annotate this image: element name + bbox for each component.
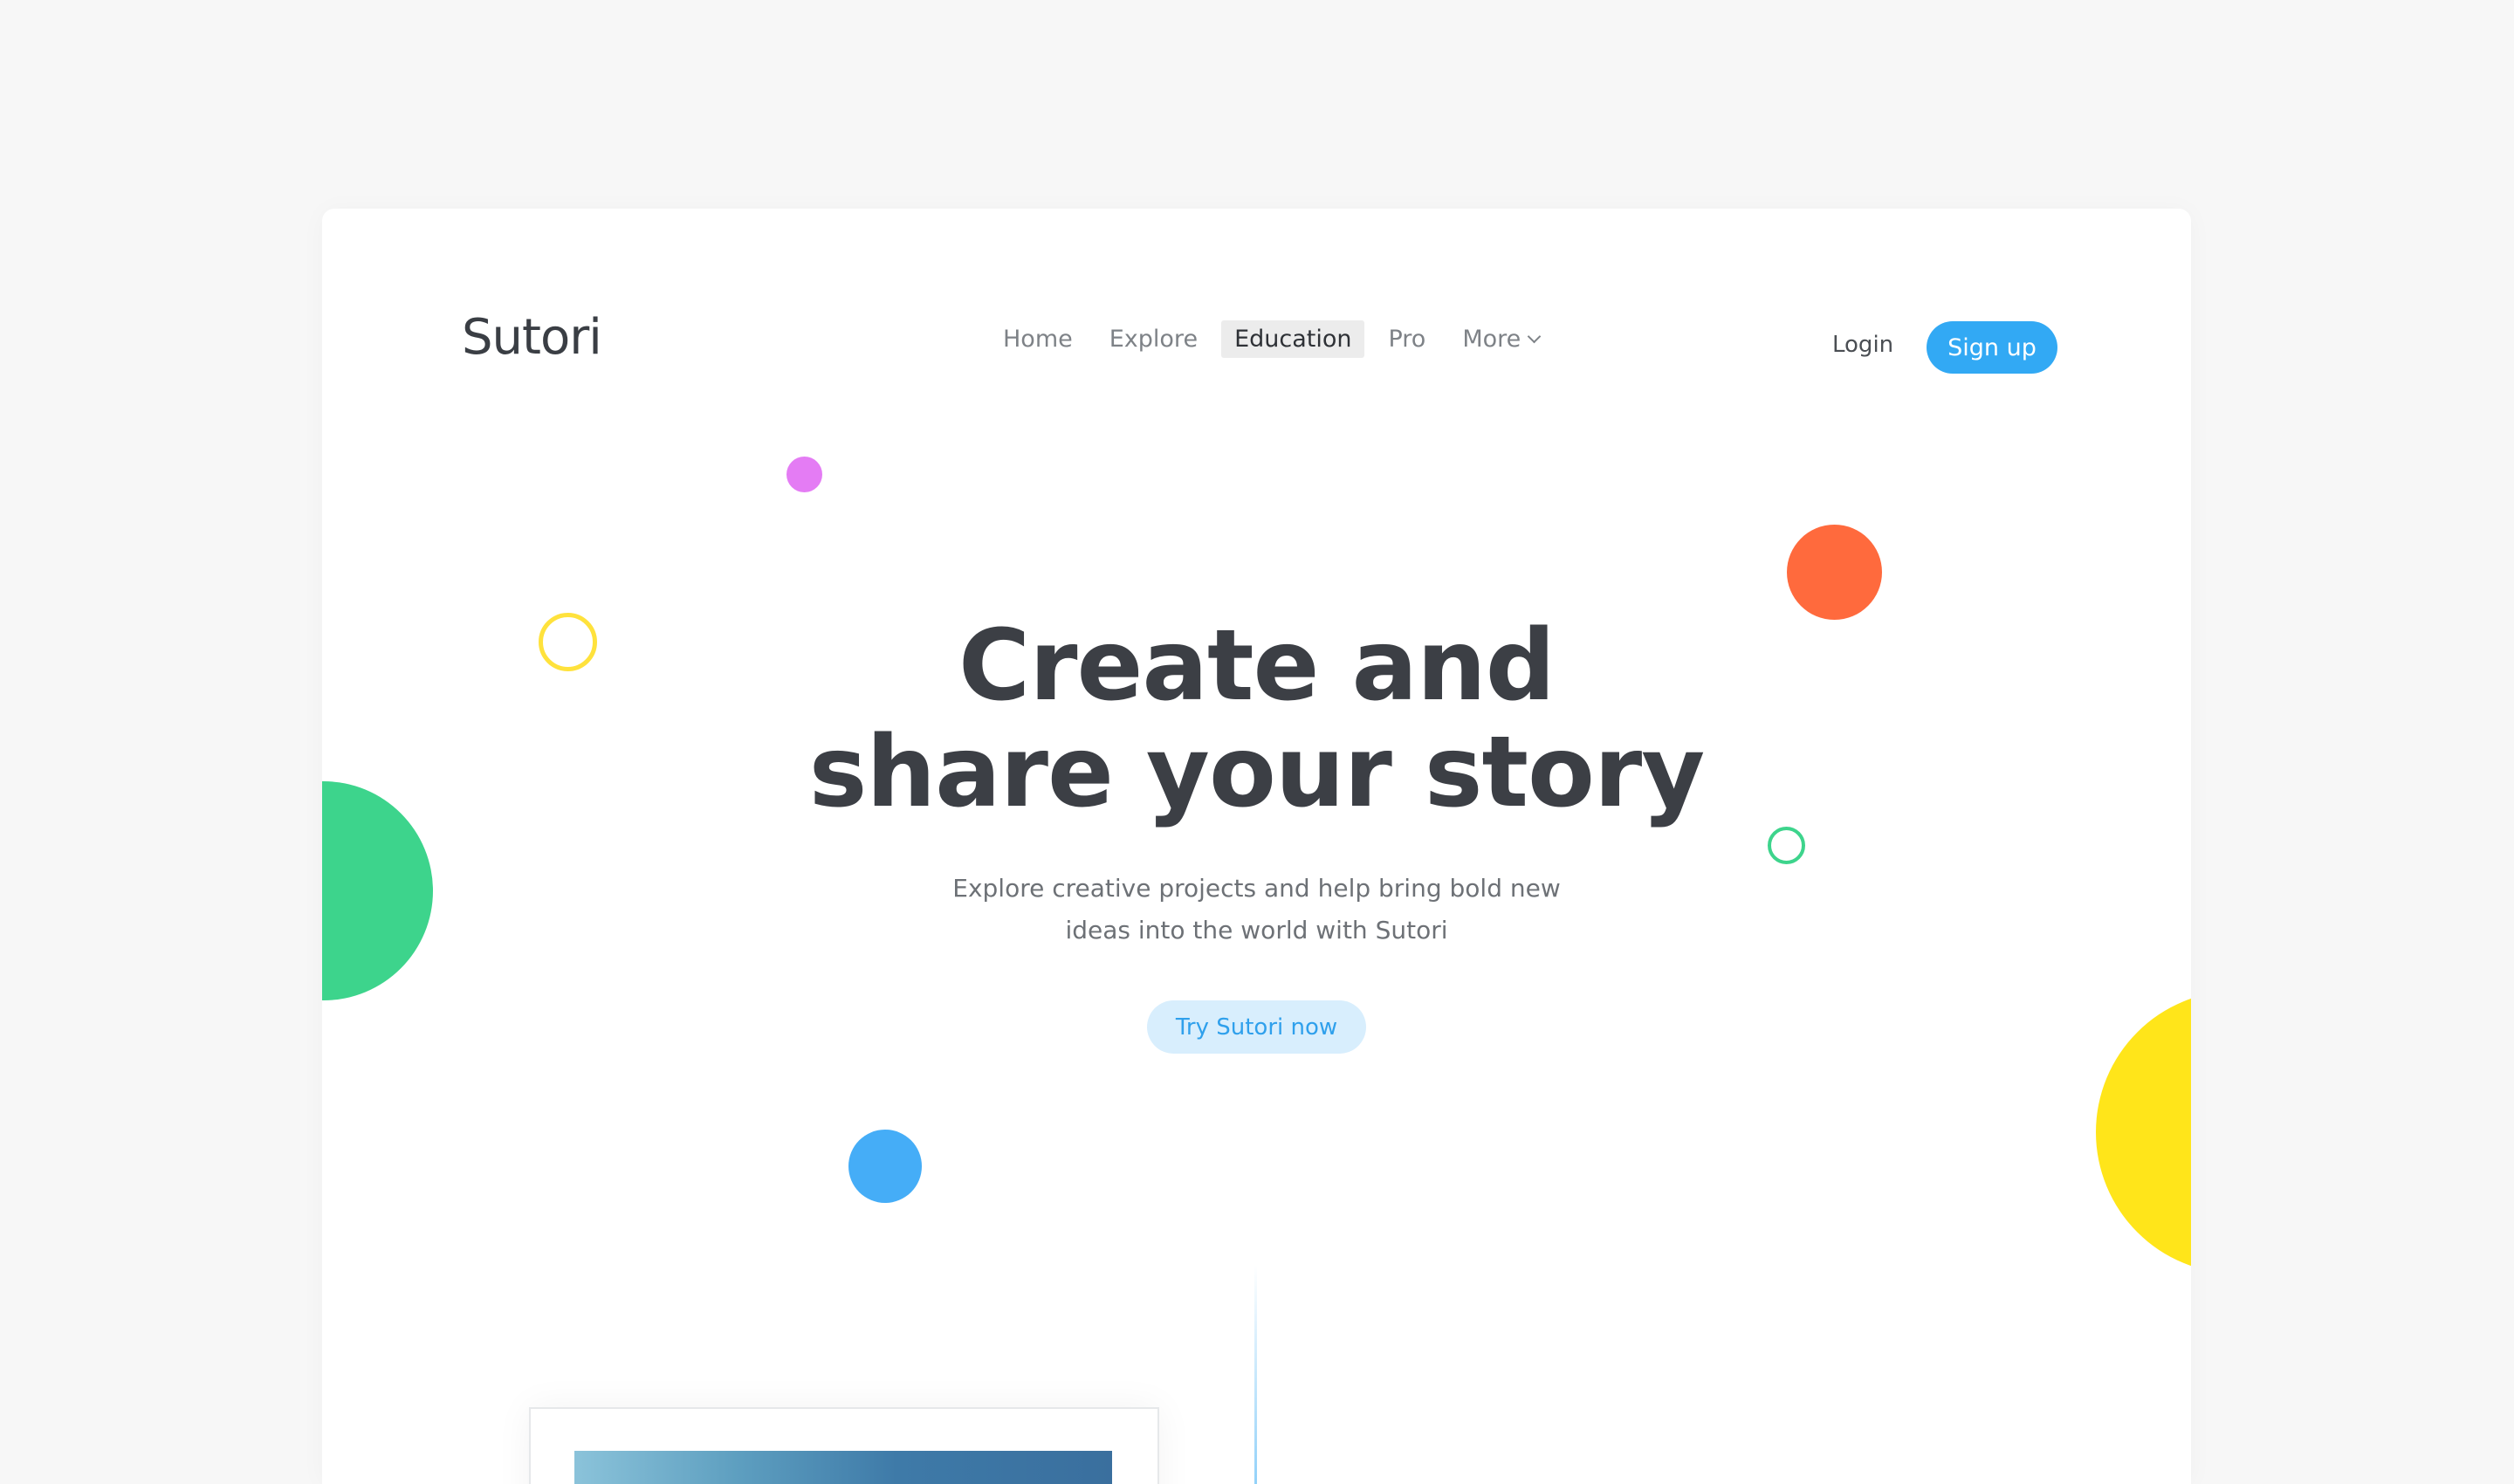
orange-circle-decoration: [1787, 525, 1882, 620]
hero-subtext: Explore creative projects and help bring…: [322, 868, 2191, 952]
hero-subtext-line: ideas into the world with Sutori: [1065, 916, 1448, 945]
nav-item-home[interactable]: Home: [990, 320, 1086, 358]
chevron-down-icon: [1527, 329, 1542, 344]
green-ring-decoration: [1768, 827, 1805, 864]
story-preview-card[interactable]: [529, 1407, 1159, 1484]
ocean-image: [574, 1451, 1112, 1484]
nav-item-label: More: [1462, 326, 1521, 353]
pink-dot-decoration: [786, 457, 822, 492]
hero-headline-line: share your story: [808, 716, 1705, 829]
login-link[interactable]: Login: [1832, 332, 1893, 358]
main-nav: Home Explore Education Pro More: [990, 320, 1563, 358]
hero-headline: Create and share your story: [322, 613, 2191, 826]
nav-item-more[interactable]: More: [1449, 320, 1552, 358]
nav-item-label: Home: [1003, 326, 1073, 353]
blue-circle-decoration: [848, 1130, 922, 1203]
sutori-logo[interactable]: Sutori: [462, 309, 602, 366]
timeline-line: [1254, 1265, 1257, 1484]
yellow-half-circle-decoration: [2096, 991, 2191, 1274]
nav-item-label: Explore: [1109, 326, 1199, 353]
nav-item-pro[interactable]: Pro: [1375, 320, 1439, 358]
hero-headline-line: Create and: [958, 609, 1556, 723]
main-card: Sutori Home Explore Education Pro More L…: [322, 209, 2191, 1484]
signup-button[interactable]: Sign up: [1927, 321, 2057, 374]
try-sutori-button[interactable]: Try Sutori now: [1147, 1000, 1366, 1054]
nav-item-explore[interactable]: Explore: [1096, 320, 1211, 358]
nav-item-label: Education: [1234, 326, 1352, 353]
nav-item-label: Pro: [1388, 326, 1426, 353]
nav-item-education[interactable]: Education: [1221, 320, 1365, 358]
hero-subtext-line: Explore creative projects and help bring…: [952, 874, 1561, 903]
